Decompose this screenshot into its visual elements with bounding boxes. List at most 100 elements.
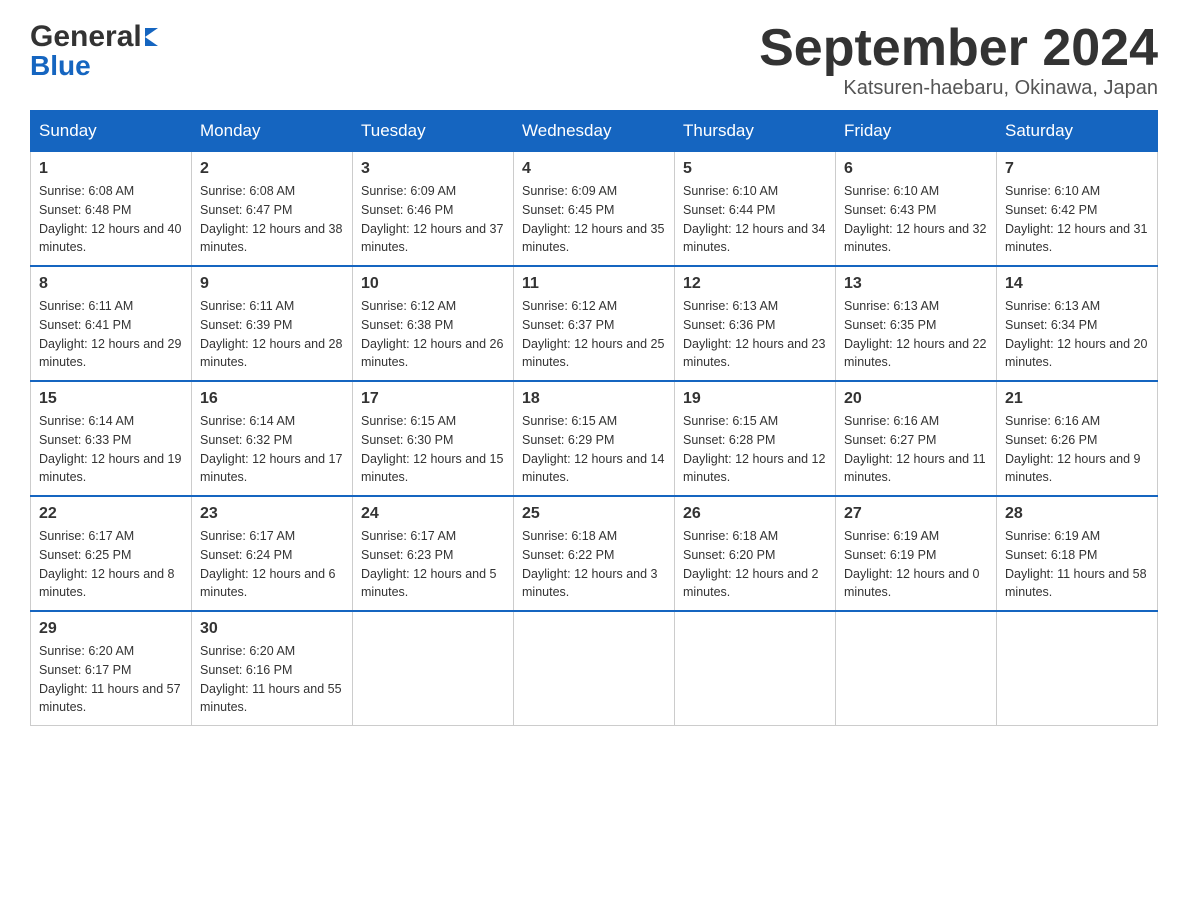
- day-number: 25: [522, 505, 666, 523]
- day-info: Sunrise: 6:15 AMSunset: 6:29 PMDaylight:…: [522, 412, 666, 487]
- day-info: Sunrise: 6:12 AMSunset: 6:38 PMDaylight:…: [361, 297, 505, 372]
- day-info: Sunrise: 6:10 AMSunset: 6:42 PMDaylight:…: [1005, 182, 1149, 257]
- logo: General Blue: [30, 20, 158, 82]
- table-row: 25 Sunrise: 6:18 AMSunset: 6:22 PMDayligh…: [514, 496, 675, 611]
- table-row: 7 Sunrise: 6:10 AMSunset: 6:42 PMDaylight…: [997, 152, 1158, 267]
- day-number: 20: [844, 390, 988, 408]
- table-row: 1 Sunrise: 6:08 AMSunset: 6:48 PMDaylight…: [31, 152, 192, 267]
- day-number: 26: [683, 505, 827, 523]
- day-number: 6: [844, 160, 988, 178]
- table-row: 24 Sunrise: 6:17 AMSunset: 6:23 PMDayligh…: [353, 496, 514, 611]
- table-row: 14Sunrise: 6:13 AMSunset: 6:34 PMDayligh…: [997, 266, 1158, 381]
- table-row: [836, 611, 997, 726]
- calendar-week-row: 29 Sunrise: 6:20 AMSunset: 6:17 PMDayligh…: [31, 611, 1158, 726]
- month-title: September 2024: [759, 20, 1158, 77]
- day-info: Sunrise: 6:10 AMSunset: 6:43 PMDaylight:…: [844, 182, 988, 257]
- table-row: 28 Sunrise: 6:19 AMSunset: 6:18 PMDayligh…: [997, 496, 1158, 611]
- table-row: 3 Sunrise: 6:09 AMSunset: 6:46 PMDaylight…: [353, 152, 514, 267]
- day-info: Sunrise: 6:18 AMSunset: 6:22 PMDaylight:…: [522, 527, 666, 602]
- day-info: Sunrise: 6:11 AMSunset: 6:41 PMDaylight:…: [39, 297, 183, 372]
- day-info: Sunrise: 6:13 AMSunset: 6:36 PMDaylight:…: [683, 297, 827, 372]
- day-number: 10: [361, 275, 505, 293]
- day-info: Sunrise: 6:17 AMSunset: 6:23 PMDaylight:…: [361, 527, 505, 602]
- col-sunday: Sunday: [31, 111, 192, 152]
- calendar-week-row: 1 Sunrise: 6:08 AMSunset: 6:48 PMDaylight…: [31, 152, 1158, 267]
- day-info: Sunrise: 6:12 AMSunset: 6:37 PMDaylight:…: [522, 297, 666, 372]
- title-area: September 2024 Katsuren-haebaru, Okinawa…: [759, 20, 1158, 100]
- table-row: 12 Sunrise: 6:13 AMSunset: 6:36 PMDayligh…: [675, 266, 836, 381]
- table-row: 13Sunrise: 6:13 AMSunset: 6:35 PMDayligh…: [836, 266, 997, 381]
- day-number: 12: [683, 275, 827, 293]
- day-info: Sunrise: 6:10 AMSunset: 6:44 PMDaylight:…: [683, 182, 827, 257]
- day-info: Sunrise: 6:16 AMSunset: 6:27 PMDaylight:…: [844, 412, 988, 487]
- table-row: [514, 611, 675, 726]
- table-row: [675, 611, 836, 726]
- day-info: Sunrise: 6:15 AMSunset: 6:30 PMDaylight:…: [361, 412, 505, 487]
- day-number: 28: [1005, 505, 1149, 523]
- day-number: 16: [200, 390, 344, 408]
- day-number: 9: [200, 275, 344, 293]
- calendar-week-row: 8Sunrise: 6:11 AMSunset: 6:41 PMDaylight…: [31, 266, 1158, 381]
- day-number: 3: [361, 160, 505, 178]
- col-saturday: Saturday: [997, 111, 1158, 152]
- logo-text-blue: Blue: [30, 50, 91, 82]
- day-info: Sunrise: 6:14 AMSunset: 6:32 PMDaylight:…: [200, 412, 344, 487]
- col-friday: Friday: [836, 111, 997, 152]
- table-row: 15Sunrise: 6:14 AMSunset: 6:33 PMDayligh…: [31, 381, 192, 496]
- col-tuesday: Tuesday: [353, 111, 514, 152]
- day-number: 30: [200, 620, 344, 638]
- page-header: General Blue September 2024 Katsuren-hae…: [30, 20, 1158, 100]
- day-info: Sunrise: 6:17 AMSunset: 6:25 PMDaylight:…: [39, 527, 183, 602]
- day-number: 5: [683, 160, 827, 178]
- logo-text-general: General: [30, 20, 142, 54]
- day-number: 23: [200, 505, 344, 523]
- col-wednesday: Wednesday: [514, 111, 675, 152]
- location-text: Katsuren-haebaru, Okinawa, Japan: [759, 77, 1158, 100]
- day-info: Sunrise: 6:09 AMSunset: 6:45 PMDaylight:…: [522, 182, 666, 257]
- day-number: 24: [361, 505, 505, 523]
- table-row: 9 Sunrise: 6:11 AMSunset: 6:39 PMDaylight…: [192, 266, 353, 381]
- logo-icon: [145, 28, 158, 46]
- day-number: 1: [39, 160, 183, 178]
- table-row: 10 Sunrise: 6:12 AMSunset: 6:38 PMDayligh…: [353, 266, 514, 381]
- day-info: Sunrise: 6:20 AMSunset: 6:17 PMDaylight:…: [39, 642, 183, 717]
- table-row: [997, 611, 1158, 726]
- day-info: Sunrise: 6:08 AMSunset: 6:47 PMDaylight:…: [200, 182, 344, 257]
- table-row: 18 Sunrise: 6:15 AMSunset: 6:29 PMDayligh…: [514, 381, 675, 496]
- day-number: 21: [1005, 390, 1149, 408]
- day-info: Sunrise: 6:14 AMSunset: 6:33 PMDaylight:…: [39, 412, 183, 487]
- table-row: 6 Sunrise: 6:10 AMSunset: 6:43 PMDaylight…: [836, 152, 997, 267]
- day-info: Sunrise: 6:11 AMSunset: 6:39 PMDaylight:…: [200, 297, 344, 372]
- day-info: Sunrise: 6:20 AMSunset: 6:16 PMDaylight:…: [200, 642, 344, 717]
- table-row: 17 Sunrise: 6:15 AMSunset: 6:30 PMDayligh…: [353, 381, 514, 496]
- table-row: 11 Sunrise: 6:12 AMSunset: 6:37 PMDayligh…: [514, 266, 675, 381]
- day-number: 7: [1005, 160, 1149, 178]
- day-number: 4: [522, 160, 666, 178]
- day-info: Sunrise: 6:18 AMSunset: 6:20 PMDaylight:…: [683, 527, 827, 602]
- table-row: 29 Sunrise: 6:20 AMSunset: 6:17 PMDayligh…: [31, 611, 192, 726]
- day-number: 29: [39, 620, 183, 638]
- day-number: 13: [844, 275, 988, 293]
- calendar-table: Sunday Monday Tuesday Wednesday Thursday…: [30, 110, 1158, 726]
- day-info: Sunrise: 6:16 AMSunset: 6:26 PMDaylight:…: [1005, 412, 1149, 487]
- calendar-week-row: 15Sunrise: 6:14 AMSunset: 6:33 PMDayligh…: [31, 381, 1158, 496]
- table-row: 30 Sunrise: 6:20 AMSunset: 6:16 PMDayligh…: [192, 611, 353, 726]
- day-number: 17: [361, 390, 505, 408]
- table-row: 5 Sunrise: 6:10 AMSunset: 6:44 PMDaylight…: [675, 152, 836, 267]
- table-row: 19Sunrise: 6:15 AMSunset: 6:28 PMDayligh…: [675, 381, 836, 496]
- calendar-week-row: 22Sunrise: 6:17 AMSunset: 6:25 PMDayligh…: [31, 496, 1158, 611]
- day-number: 11: [522, 275, 666, 293]
- day-info: Sunrise: 6:19 AMSunset: 6:18 PMDaylight:…: [1005, 527, 1149, 602]
- col-monday: Monday: [192, 111, 353, 152]
- day-info: Sunrise: 6:19 AMSunset: 6:19 PMDaylight:…: [844, 527, 988, 602]
- day-number: 27: [844, 505, 988, 523]
- day-info: Sunrise: 6:09 AMSunset: 6:46 PMDaylight:…: [361, 182, 505, 257]
- table-row: 23 Sunrise: 6:17 AMSunset: 6:24 PMDayligh…: [192, 496, 353, 611]
- table-row: 22Sunrise: 6:17 AMSunset: 6:25 PMDayligh…: [31, 496, 192, 611]
- day-info: Sunrise: 6:17 AMSunset: 6:24 PMDaylight:…: [200, 527, 344, 602]
- table-row: 21 Sunrise: 6:16 AMSunset: 6:26 PMDayligh…: [997, 381, 1158, 496]
- table-row: [353, 611, 514, 726]
- day-info: Sunrise: 6:15 AMSunset: 6:28 PMDaylight:…: [683, 412, 827, 487]
- day-info: Sunrise: 6:08 AMSunset: 6:48 PMDaylight:…: [39, 182, 183, 257]
- day-number: 18: [522, 390, 666, 408]
